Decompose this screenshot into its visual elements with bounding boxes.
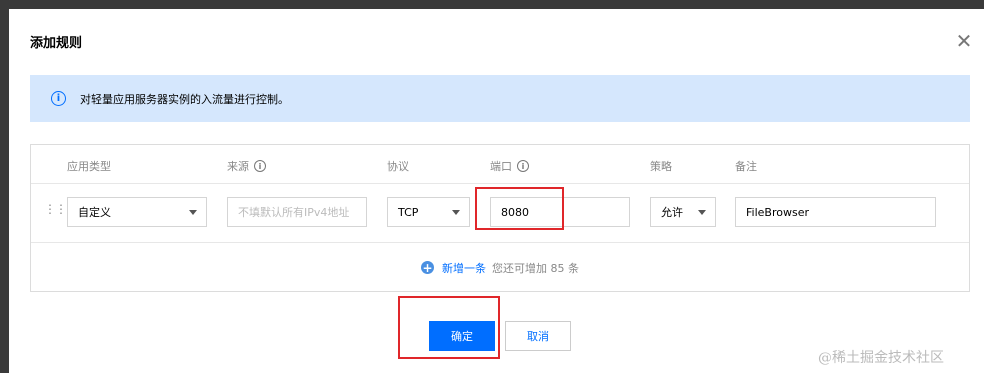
rules-table: 应用类型 来源 i 协议 端口 i 策略 备注 ⋮⋮ 自定义 不填默认所有IPv4地…	[30, 144, 970, 292]
source-input[interactable]: 不填默认所有IPv4地址	[227, 197, 367, 227]
header-policy: 策略	[650, 158, 672, 174]
chevron-down-icon	[698, 210, 706, 215]
header-remark-label: 备注	[735, 160, 757, 173]
drag-handle-icon[interactable]: ⋮⋮	[44, 203, 67, 215]
add-rule-dialog: 添加规则 ✕ i 对轻量应用服务器实例的入流量进行控制。 应用类型 来源 i 协议…	[9, 9, 984, 373]
remark-value: FileBrowser	[746, 205, 809, 219]
remark-input[interactable]: FileBrowser	[735, 197, 936, 227]
info-notice: i 对轻量应用服务器实例的入流量进行控制。	[30, 75, 970, 122]
port-input[interactable]: 8080	[490, 197, 630, 227]
app-type-value: 自定义	[78, 206, 111, 219]
add-rule-link[interactable]: 新增一条	[442, 260, 486, 276]
header-app-type-label: 应用类型	[67, 160, 111, 173]
chevron-down-icon	[189, 210, 197, 215]
header-port: 端口 i	[490, 158, 529, 174]
add-rule-hint: 您还可增加 85 条	[492, 261, 579, 275]
add-rule-row: + 新增一条 您还可增加 85 条	[31, 244, 969, 291]
help-icon[interactable]: i	[254, 160, 266, 172]
header-protocol: 协议	[387, 158, 409, 174]
policy-select[interactable]: 允许	[650, 197, 716, 227]
header-source-label: 来源	[227, 160, 249, 173]
source-placeholder: 不填默认所有IPv4地址	[238, 206, 350, 219]
watermark-text: @稀土掘金技术社区	[818, 350, 944, 366]
app-type-select[interactable]: 自定义	[67, 197, 207, 227]
header-app-type: 应用类型	[67, 158, 111, 174]
protocol-select[interactable]: TCP	[387, 197, 470, 227]
header-port-label: 端口	[490, 160, 512, 173]
header-source: 来源 i	[227, 158, 266, 174]
confirm-button[interactable]: 确定	[429, 321, 495, 351]
policy-value: 允许	[661, 206, 683, 219]
dialog-title: 添加规则	[30, 36, 83, 51]
table-header: 应用类型 来源 i 协议 端口 i 策略 备注	[31, 145, 969, 184]
protocol-value: TCP	[398, 205, 419, 219]
header-remark: 备注	[735, 158, 757, 174]
header-protocol-label: 协议	[387, 160, 409, 173]
close-icon[interactable]: ✕	[954, 31, 974, 51]
notice-text: 对轻量应用服务器实例的入流量进行控制。	[80, 92, 289, 106]
table-row: ⋮⋮ 自定义 不填默认所有IPv4地址 TCP 8080 允许 FileBrow…	[31, 184, 969, 243]
plus-icon[interactable]: +	[421, 261, 434, 274]
header-policy-label: 策略	[650, 160, 672, 173]
cancel-button[interactable]: 取消	[505, 321, 571, 351]
help-icon[interactable]: i	[517, 160, 529, 172]
chevron-down-icon	[452, 210, 460, 215]
port-value: 8080	[501, 205, 529, 219]
info-icon: i	[51, 91, 66, 106]
